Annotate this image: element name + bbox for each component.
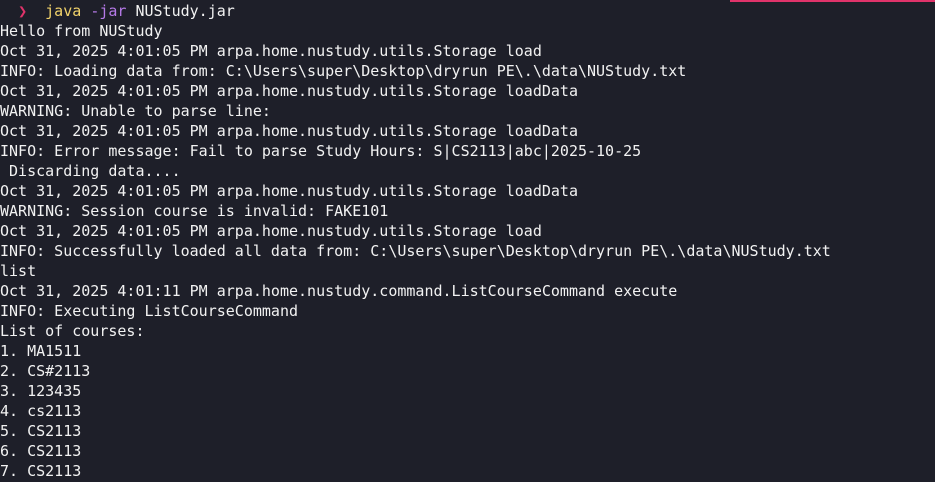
command-flag: -jar — [90, 2, 127, 20]
output-line: Oct 31, 2025 4:01:05 PM arpa.home.nustud… — [0, 82, 578, 100]
output-line: 5. CS2113 — [0, 422, 82, 440]
output-line: List of courses: — [0, 322, 145, 340]
output-line: Discarding data.... — [0, 162, 181, 180]
output-line: Oct 31, 2025 4:01:05 PM arpa.home.nustud… — [0, 182, 578, 200]
output-line: 6. CS2113 — [0, 442, 82, 460]
output-line: 2. CS#2113 — [0, 362, 91, 380]
output-line: 4. cs2113 — [0, 402, 82, 420]
output-line: list — [0, 262, 37, 280]
output-line: INFO: Error message: Fail to parse Study… — [0, 142, 642, 160]
output-line: WARNING: Session course is invalid: FAKE… — [0, 202, 389, 220]
prompt-line: ❯ java -jar NUStudy.jar — [0, 1, 935, 21]
terminal-window[interactable]: ❯ java -jar NUStudy.jar Hello from NUStu… — [0, 0, 935, 482]
output-line: INFO: Successfully loaded all data from:… — [0, 242, 831, 260]
command-argument: NUStudy.jar — [135, 2, 235, 20]
output-line: Oct 31, 2025 4:01:05 PM arpa.home.nustud… — [0, 122, 578, 140]
output-line: Oct 31, 2025 4:01:05 PM arpa.home.nustud… — [0, 222, 542, 240]
output-line: Oct 31, 2025 4:01:05 PM arpa.home.nustud… — [0, 42, 542, 60]
output-line: Oct 31, 2025 4:01:11 PM arpa.home.nustud… — [0, 282, 678, 300]
output-line: INFO: Loading data from: C:\Users\super\… — [0, 62, 687, 80]
prompt-caret-icon: ❯ — [18, 2, 28, 20]
terminal-output: ❯ java -jar NUStudy.jar Hello from NUStu… — [0, 1, 935, 481]
command-name: java — [45, 2, 82, 20]
output-line: 3. 123435 — [0, 382, 82, 400]
output-line: Hello from NUStudy — [0, 22, 163, 40]
output-line: 7. CS2113 — [0, 462, 82, 480]
output-line: INFO: Executing ListCourseCommand — [0, 302, 299, 320]
output-line: 1. MA1511 — [0, 342, 82, 360]
output-line: WARNING: Unable to parse line: — [0, 102, 271, 120]
